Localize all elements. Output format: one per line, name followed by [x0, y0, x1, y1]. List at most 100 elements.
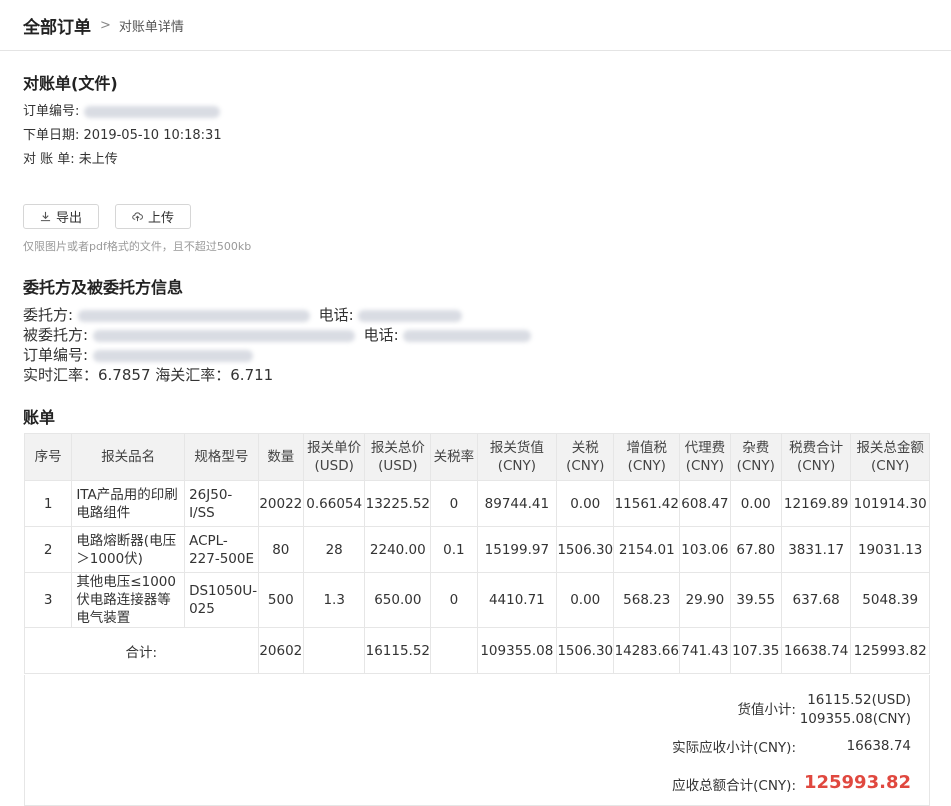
statement-title: 对账单(文件)	[23, 74, 118, 93]
total-qty: 20602	[257, 627, 304, 674]
total-label: 合计:	[24, 627, 259, 674]
grand-total-cny: 19031.13	[850, 526, 930, 573]
unit-price-usd: 1.3	[302, 572, 366, 628]
col-header: 报关货值(CNY)	[476, 433, 558, 481]
total-tax: 16638.74	[780, 627, 852, 674]
client-phone-redacted	[358, 309, 463, 322]
table-row: 1 ITA产品用的印刷电路组件 26J50-I/SS 20022 0.66054 1322…	[23, 480, 930, 527]
misc-fee-cny: 67.80	[729, 526, 782, 573]
col-header: 关税(CNY)	[556, 433, 615, 481]
order-date-label: 下单日期:	[23, 128, 80, 143]
upload-hint: 仅限图片或者pdf格式的文件，且不超过500kb	[23, 240, 252, 253]
agent-phone-label: 电话:	[363, 326, 399, 344]
total-usd: 16115.52	[364, 627, 432, 674]
party-order-no-label: 订单编号:	[23, 346, 89, 364]
misc-fee-cny: 39.55	[729, 572, 782, 628]
statement-status-row: 对 账 单: 未上传	[23, 148, 118, 167]
duty-rate: 0.1	[430, 526, 478, 573]
receivable-label: 实际应收小计(CNY):	[672, 740, 796, 756]
receivable-value: 16638.74	[846, 738, 911, 754]
party-order-no-redacted	[92, 349, 253, 362]
download-icon	[40, 211, 51, 222]
vat-cny: 2154.01	[613, 526, 681, 573]
total-price-usd: 2240.00	[364, 526, 432, 573]
col-header: 报关品名	[71, 433, 186, 481]
goods-value-cny: 89744.41	[476, 480, 558, 527]
quantity: 20022	[257, 480, 304, 527]
order-no-label: 订单编号:	[23, 104, 80, 119]
spec-model: DS1050U-025	[184, 572, 259, 628]
breadcrumb-root[interactable]: 全部订单	[23, 13, 91, 38]
total-empty	[430, 627, 478, 674]
total-grand: 125993.82	[850, 627, 930, 674]
grand-total-cny: 5048.39	[850, 572, 930, 628]
tax-total-cny: 3831.17	[780, 526, 852, 573]
col-header: 数量	[257, 433, 304, 481]
upload-button[interactable]: 上传	[115, 204, 191, 229]
grand-total-cny: 101914.30	[850, 480, 930, 527]
goods-subtotal-label: 货值小计:	[737, 702, 796, 718]
agent-name-redacted	[92, 329, 355, 342]
col-header: 规格型号	[184, 433, 259, 481]
goods-subtotal-cny: 109355.08(CNY)	[799, 711, 911, 727]
export-button[interactable]: 导出	[23, 204, 99, 229]
goods-subtotal-usd: 16115.52(USD)	[807, 692, 911, 708]
tax-total-cny: 12169.89	[780, 480, 852, 527]
vat-cny: 568.23	[613, 572, 681, 628]
spec-model: 26J50-I/SS	[184, 480, 259, 527]
agent-row: 被委托方: 电话:	[23, 324, 532, 345]
party-order-no-row: 订单编号:	[23, 344, 253, 365]
agency-fee-cny: 103.06	[679, 526, 731, 573]
col-header: 增值税(CNY)	[613, 433, 681, 481]
agency-fee-cny: 29.90	[679, 572, 731, 628]
duty-cny: 1506.30	[556, 526, 615, 573]
bill-title: 账单	[23, 408, 56, 427]
row-index: 1	[23, 480, 73, 527]
agent-phone-redacted	[403, 329, 532, 342]
col-header: 关税率	[430, 433, 478, 481]
order-no-value-redacted	[83, 105, 220, 118]
order-no-row: 订单编号:	[23, 100, 220, 119]
col-header: 报关总金额(CNY)	[850, 433, 930, 481]
breadcrumb-separator: >	[100, 17, 111, 33]
exchange-rates: 实时汇率：6.7857 海关汇率：6.711	[23, 366, 274, 384]
duty-cny: 0.00	[556, 572, 615, 628]
total-price-usd: 13225.52	[364, 480, 432, 527]
breadcrumb: 全部订单 > 对账单详情	[0, 0, 951, 51]
duty-rate: 0	[430, 480, 478, 527]
statement-status-value: 未上传	[78, 152, 118, 167]
order-date-value: 2019-05-10 10:18:31	[83, 128, 222, 143]
misc-fee-cny: 0.00	[729, 480, 782, 527]
total-receivable-label: 应收总额合计(CNY):	[672, 778, 796, 794]
table-row: 2 电路熔断器(电压＞1000伏) ACPL-227-500E 80 28 2240.00…	[23, 526, 930, 573]
unit-price-usd: 0.66054	[302, 480, 366, 527]
client-row: 委托方: 电话:	[23, 304, 463, 325]
total-price-usd: 650.00	[364, 572, 432, 628]
total-receivable-value: 125993.82	[803, 772, 911, 793]
total-misc: 107.35	[729, 627, 782, 674]
total-empty	[302, 627, 366, 674]
client-label: 委托方:	[23, 306, 74, 324]
agent-label: 被委托方:	[23, 326, 89, 344]
statement-status-label: 对 账 单:	[23, 152, 75, 167]
order-date-row: 下单日期: 2019-05-10 10:18:31	[23, 124, 222, 143]
unit-price-usd: 28	[302, 526, 366, 573]
quantity: 500	[257, 572, 304, 628]
bill-total-row: 合计: 20602 16115.52 109355.08 1506.30 142…	[24, 627, 930, 674]
vat-cny: 11561.42	[613, 480, 681, 527]
total-agency: 741.43	[679, 627, 731, 674]
duty-cny: 0.00	[556, 480, 615, 527]
export-button-label: 导出	[55, 211, 82, 226]
col-header: 报关总价(USD)	[364, 433, 432, 481]
client-phone-label: 电话:	[318, 306, 354, 324]
table-row: 3 其他电压≤1000伏电路连接器等电气装置 DS1050U-025 500 1.3 65…	[23, 572, 930, 628]
col-header: 代理费(CNY)	[679, 433, 731, 481]
quantity: 80	[257, 526, 304, 573]
row-index: 2	[23, 526, 73, 573]
client-name-redacted	[77, 309, 310, 322]
total-goods-cny: 109355.08	[476, 627, 558, 674]
col-header: 杂费(CNY)	[729, 433, 782, 481]
goods-value-cny: 15199.97	[476, 526, 558, 573]
tax-total-cny: 637.68	[780, 572, 852, 628]
bill-header-row: 序号 报关品名 规格型号 数量 报关单价(USD) 报关总价(USD) 关税率 …	[23, 433, 930, 481]
